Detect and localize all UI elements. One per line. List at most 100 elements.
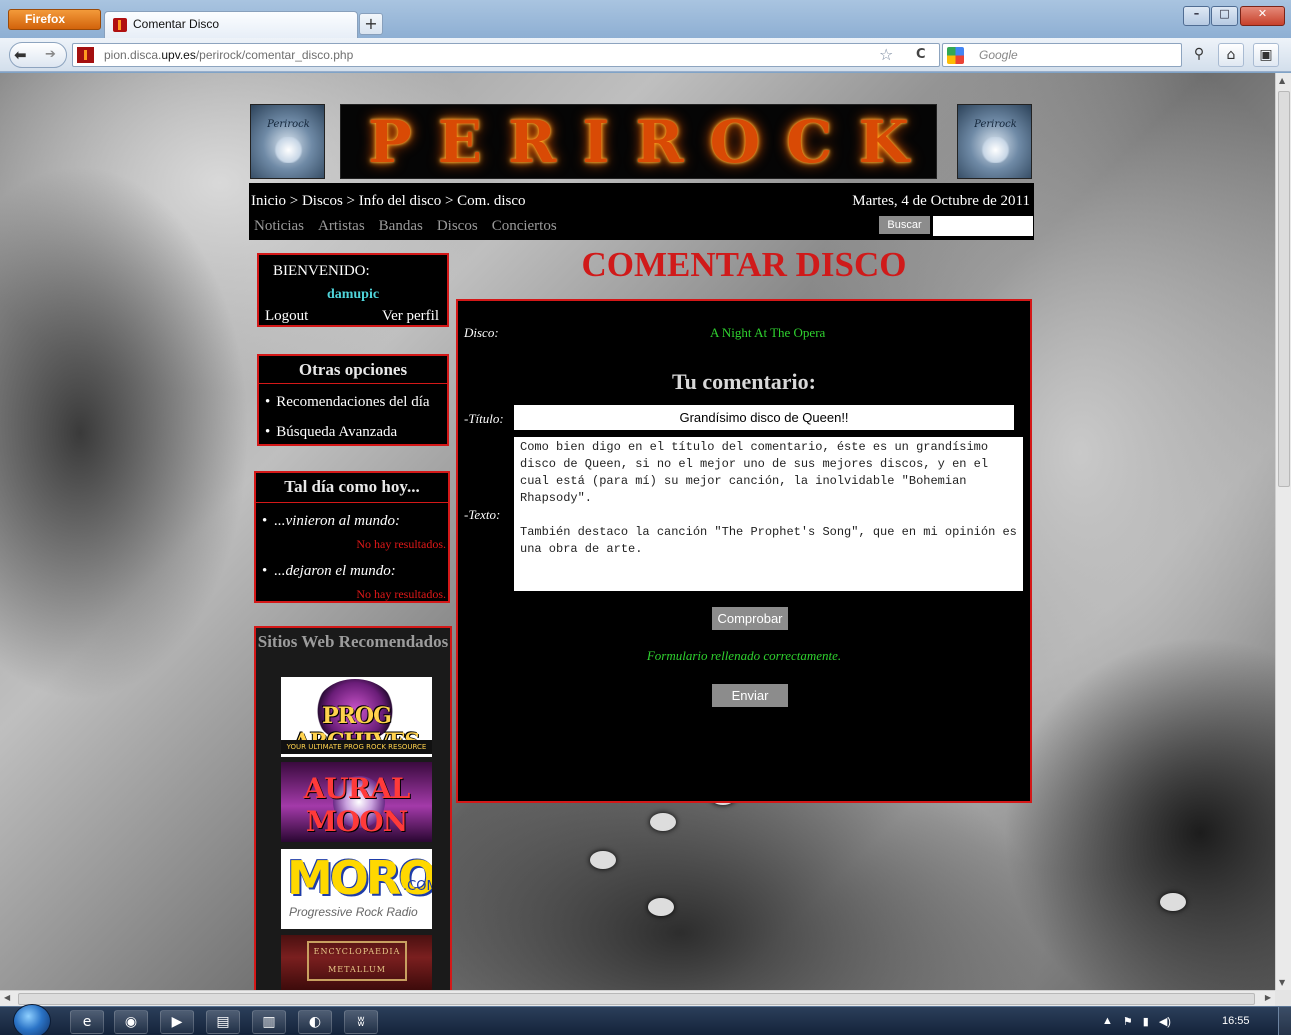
option-recommendations-link[interactable]: Recomendaciones del día	[265, 390, 447, 420]
minimize-button[interactable]: –	[1183, 6, 1210, 26]
texto-label: -Texto:	[464, 507, 501, 522]
banner-letter: R	[635, 107, 684, 176]
network-icon[interactable]: ▮	[1143, 1015, 1149, 1028]
taskbar-clock[interactable]: 16:55	[1222, 1015, 1250, 1027]
morow-text: MOROW	[287, 851, 432, 905]
perirock-banner[interactable]: P E R I R O C K	[340, 104, 937, 179]
morow-banner[interactable]: MOROW .COM Progressive Rock Radio	[281, 849, 432, 929]
media-player-icon[interactable]: ▶	[160, 1010, 194, 1034]
internet-explorer-icon[interactable]: e	[70, 1010, 104, 1034]
morow-com-text: .COM	[403, 879, 432, 894]
banner-letter: P	[368, 107, 412, 176]
welcome-box: BIENVENIDO: damupic Logout Ver perfil	[257, 253, 449, 327]
scroll-left-icon[interactable]: ◀	[4, 993, 10, 1002]
morow-subtitle: Progressive Rock Radio	[289, 905, 418, 919]
page-title: COMENTAR DISCO	[581, 245, 907, 284]
google-engine-icon[interactable]	[947, 47, 964, 64]
progarchives-subtitle: YOUR ULTIMATE PROG ROCK RESOURCE	[281, 740, 432, 754]
born-label: ...vinieron al mundo:	[262, 513, 400, 530]
banner-letter: I	[582, 107, 610, 176]
form-section-title: Tu comentario:	[671, 369, 816, 394]
app-icon[interactable]: ◐	[298, 1010, 332, 1034]
send-button[interactable]: Enviar	[712, 684, 788, 707]
scrollbar-corner	[1275, 990, 1291, 1006]
maximize-button[interactable]: □	[1211, 6, 1238, 26]
logo-text: Perirock	[267, 119, 310, 130]
home-icon[interactable]: ⌂	[1218, 43, 1244, 67]
banner-letter: E	[437, 107, 482, 176]
username[interactable]: damupic	[259, 287, 447, 303]
explorer-icon[interactable]: ▤	[206, 1010, 240, 1034]
menu-item-artistas[interactable]: Artistas	[318, 218, 365, 235]
search-magnifier-icon[interactable]: ⚲	[1186, 43, 1212, 67]
current-date: Martes, 4 de Octubre de 2011	[852, 193, 1030, 209]
search-button[interactable]: Buscar	[879, 216, 930, 234]
firefox-taskbar-icon[interactable]: ◉	[114, 1010, 148, 1034]
check-button[interactable]: Comprobar	[712, 607, 788, 630]
disco-label: Disco:	[464, 325, 499, 340]
winamp-icon[interactable]: ʬ	[344, 1010, 378, 1034]
menu-item-discos[interactable]: Discos	[437, 218, 478, 235]
comment-form: Disco: A Night At The Opera Tu comentari…	[456, 299, 1032, 803]
horizontal-scrollbar[interactable]: ◀ ▶	[0, 990, 1275, 1006]
menu-item-noticias[interactable]: Noticias	[254, 218, 304, 235]
url-text: pion.disca.upv.es/perirock/comentar_disc…	[104, 48, 354, 62]
born-no-results: No hay resultados.	[356, 537, 446, 551]
perirock-logo-left[interactable]: Perirock	[250, 104, 325, 179]
horizontal-scroll-thumb[interactable]	[18, 993, 1255, 1005]
search-bar[interactable]: Google	[942, 43, 1182, 67]
scroll-right-icon[interactable]: ▶	[1265, 993, 1271, 1002]
disco-name[interactable]: A Night At The Opera	[710, 325, 825, 341]
winged-guitar-icon	[980, 137, 1011, 163]
comment-textarea[interactable]: Como bien digo en el título del comentar…	[514, 437, 1023, 591]
bookmarks-menu-icon[interactable]: ▣	[1253, 43, 1279, 67]
scroll-up-icon[interactable]: ▲	[1279, 76, 1285, 85]
logout-link[interactable]: Logout	[265, 308, 308, 325]
perirock-logo-right[interactable]: Perirock	[957, 104, 1032, 179]
back-arrow-icon[interactable]: ⬅	[14, 46, 27, 64]
on-this-day-title: Tal día como hoy...	[256, 473, 448, 503]
auralmoon-text: AURAL MOON	[303, 772, 411, 838]
vertical-scrollbar[interactable]: ▲ ▼	[1275, 73, 1291, 990]
reload-icon[interactable]: C	[916, 47, 926, 62]
banner-letter: K	[858, 107, 909, 176]
start-button-icon[interactable]	[13, 1004, 51, 1035]
windows-taskbar: e ◉ ▶ ▤ ▥ ◐ ʬ ▲ ⚑ ▮ ◀) 16:55	[0, 1004, 1291, 1035]
scroll-down-icon[interactable]: ▼	[1279, 978, 1285, 987]
new-tab-button[interactable]: +	[359, 13, 383, 35]
title-input[interactable]	[514, 405, 1014, 430]
browser-tab[interactable]: Comentar Disco	[104, 11, 358, 38]
menu-item-bandas[interactable]: Bandas	[379, 218, 423, 235]
titulo-label: -Título:	[464, 411, 504, 426]
progarchives-banner[interactable]: PROG ARCHIVES YOUR ULTIMATE PROG ROCK RE…	[281, 677, 432, 757]
tray-expand-icon[interactable]: ▲	[1102, 1015, 1113, 1028]
guitar-pickup-decoration	[648, 898, 674, 916]
volume-icon[interactable]: ◀)	[1159, 1015, 1171, 1028]
action-center-flag-icon[interactable]: ⚑	[1123, 1015, 1133, 1028]
site-search-input[interactable]	[933, 216, 1033, 236]
banner-letter: O	[709, 107, 761, 176]
window-titlebar: Firefox Comentar Disco + – □ ✕	[0, 0, 1291, 38]
breadcrumb[interactable]: Inicio > Discos > Info del disco > Com. …	[251, 193, 526, 210]
show-desktop-button[interactable]	[1278, 1007, 1291, 1035]
main-menu: Noticias Artistas Bandas Discos Conciert…	[254, 218, 557, 235]
recommended-sites-title: Sitios Web Recomendados	[257, 632, 449, 651]
died-label: ...dejaron el mundo:	[262, 563, 396, 580]
option-advanced-search-link[interactable]: Búsqueda Avanzada	[265, 420, 447, 450]
metal-archives-banner[interactable]: ENCYCLOPAEDIA METALLUM	[281, 935, 432, 990]
vertical-scroll-thumb[interactable]	[1278, 91, 1290, 487]
firefox-menu-button[interactable]: Firefox	[8, 9, 101, 30]
on-this-day-box: Tal día como hoy... ...vinieron al mundo…	[254, 471, 450, 603]
site-identity-icon[interactable]	[77, 47, 94, 63]
logo-text: Perirock	[974, 119, 1017, 130]
forward-arrow-icon[interactable]: ➔	[45, 47, 56, 62]
bookmark-star-icon[interactable]: ☆	[879, 45, 893, 64]
menu-item-conciertos[interactable]: Conciertos	[492, 218, 557, 235]
auralmoon-banner[interactable]: AURAL MOON	[281, 762, 432, 842]
view-profile-link[interactable]: Ver perfil	[382, 308, 439, 325]
url-bar[interactable]: pion.disca.upv.es/perirock/comentar_disc…	[72, 43, 940, 67]
welcome-title: BIENVENIDO:	[273, 263, 370, 279]
documents-icon[interactable]: ▥	[252, 1010, 286, 1034]
close-window-button[interactable]: ✕	[1240, 6, 1285, 26]
system-tray: ▲ ⚑ ▮ ◀)	[1102, 1015, 1171, 1028]
